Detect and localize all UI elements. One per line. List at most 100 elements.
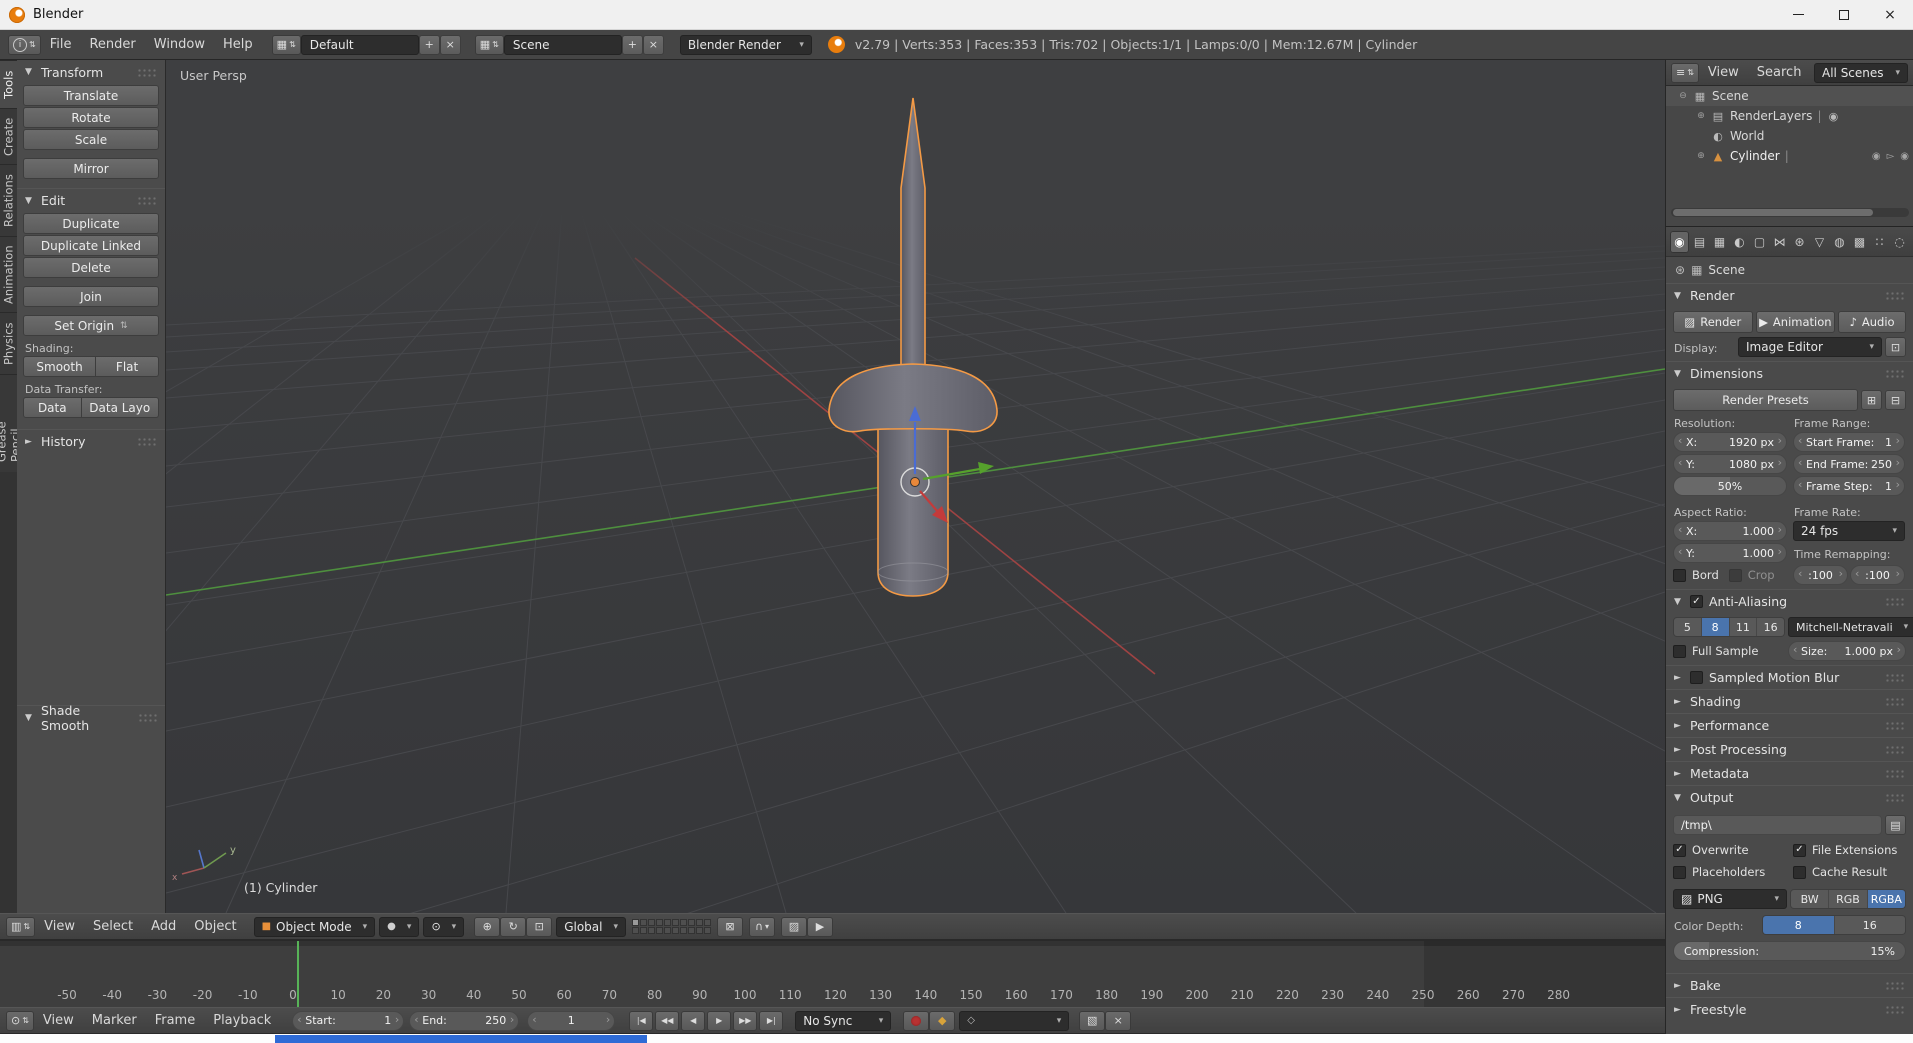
frame-step-field[interactable]: Frame Step:1 — [1793, 476, 1905, 496]
layer-cell[interactable] — [664, 927, 671, 934]
editor-type-button-outliner[interactable]: ≡ ⇅ — [1671, 62, 1699, 83]
properties-tab-scene[interactable]: ▦ — [1710, 231, 1729, 253]
panel-header-post-processing[interactable]: ► Post Processing — [1666, 737, 1913, 761]
scrollbar-thumb[interactable] — [1673, 209, 1873, 216]
duplicate-button[interactable]: Duplicate — [23, 213, 159, 234]
restrict-render-camera-icon[interactable]: ◉ — [1900, 151, 1909, 162]
tab-tools[interactable]: Tools — [0, 60, 17, 108]
layer-cell[interactable] — [656, 927, 663, 934]
av-sync-select[interactable]: No Sync — [795, 1010, 892, 1031]
shade-flat-button[interactable]: Flat — [96, 356, 159, 377]
checkbox[interactable] — [1728, 568, 1742, 582]
layer-cell[interactable] — [688, 927, 695, 934]
panel-grip[interactable] — [137, 67, 157, 77]
resolution-y-field[interactable]: Y:1080 px — [1673, 454, 1787, 474]
viewport-shading-select[interactable]: ● — [379, 916, 420, 937]
placeholders-checkbox[interactable]: Placeholders — [1673, 865, 1787, 879]
aa-samples-8[interactable]: 8 — [1701, 618, 1730, 636]
tab-create[interactable]: Create — [0, 108, 17, 164]
layer-cell[interactable] — [632, 919, 639, 926]
layer-cell[interactable] — [648, 919, 655, 926]
aa-samples-16[interactable]: 16 — [1757, 618, 1784, 636]
outliner-row-world[interactable]: ◐ World — [1666, 126, 1913, 146]
layer-cell[interactable] — [696, 919, 703, 926]
sampled-motion-blur-checkbox[interactable] — [1690, 671, 1703, 684]
panel-header-anti-aliasing[interactable]: ▼ Anti-Aliasing — [1666, 589, 1913, 613]
timeline-ruler[interactable]: -50 -40 -30 -20 -10 0 10 20 30 40 50 60 70 80 90 100 110… — [0, 940, 1665, 1007]
panel-grip[interactable] — [1885, 1005, 1905, 1014]
aa-samples-5[interactable]: 5 — [1674, 618, 1702, 636]
aspect-y-field[interactable]: Y:1.000 — [1673, 543, 1787, 563]
end-frame-field[interactable]: End:250 — [409, 1010, 520, 1031]
resolution-percentage-slider[interactable]: 50% — [1673, 476, 1787, 496]
opengl-render-button[interactable]: ▨ — [781, 916, 807, 937]
properties-tab-modifiers[interactable]: ⊛ — [1790, 231, 1809, 253]
manipulator-translate-toggle[interactable]: ⊕ — [474, 916, 501, 937]
panel-header-render[interactable]: ▼ Render — [1666, 283, 1913, 307]
play-reverse-button[interactable]: ◀ — [681, 1010, 706, 1031]
mirror-button[interactable]: Mirror — [23, 158, 159, 179]
properties-tab-render-layers[interactable]: ▤ — [1690, 231, 1709, 253]
anti-aliasing-checkbox[interactable] — [1690, 595, 1703, 608]
3d-viewport[interactable]: y x User Persp (1) Cylinder — [166, 60, 1665, 913]
channels-rgb[interactable]: RGB — [1829, 890, 1868, 908]
outliner-display-filter-select[interactable]: All Scenes — [1814, 62, 1908, 83]
data-button[interactable]: Data — [23, 397, 82, 418]
properties-tab-object[interactable]: ▢ — [1750, 231, 1769, 253]
checkbox[interactable] — [1673, 644, 1686, 658]
panel-header-output[interactable]: ▼ Output — [1666, 785, 1913, 809]
properties-tab-world[interactable]: ◐ — [1730, 231, 1749, 253]
color-depth-8[interactable]: 8 — [1763, 916, 1835, 934]
transform-orientation-select[interactable]: Global — [556, 916, 626, 937]
panel-header-sampled-motion-blur[interactable]: ► Sampled Motion Blur — [1666, 665, 1913, 689]
compression-slider[interactable]: Compression: 15% — [1673, 941, 1906, 961]
overwrite-checkbox[interactable]: Overwrite — [1673, 843, 1787, 857]
panel-grip[interactable] — [1885, 981, 1905, 990]
panel-header-bake[interactable]: ► Bake — [1666, 973, 1913, 997]
panel-grip[interactable] — [1885, 369, 1905, 378]
scale-button[interactable]: Scale — [23, 129, 159, 150]
outliner-row-scene[interactable]: ⊖ ▦ Scene — [1666, 86, 1913, 106]
panel-grip[interactable] — [1885, 721, 1905, 730]
play-button[interactable]: ▶ — [707, 1010, 732, 1031]
remap-new-field[interactable]: :100 — [1850, 565, 1905, 585]
display-mode-select[interactable]: Image Editor — [1738, 337, 1882, 357]
layer-cell[interactable] — [680, 927, 687, 934]
layer-cell[interactable] — [648, 927, 655, 934]
collapsed-icon[interactable]: ⊕ — [1696, 111, 1706, 121]
start-frame-field[interactable]: Start Frame:1 — [1793, 432, 1905, 452]
auto-keyframe-toggle[interactable] — [903, 1010, 930, 1031]
restrict-view-eye-icon[interactable]: ◉ — [1872, 151, 1881, 162]
preset-remove-button[interactable]: ⊟ — [1885, 390, 1906, 410]
maximize-button[interactable] — [1821, 0, 1867, 29]
expanded-icon[interactable]: ⊖ — [1678, 91, 1688, 101]
shade-smooth-button[interactable]: Smooth — [23, 356, 97, 377]
rotate-button[interactable]: Rotate — [23, 107, 159, 128]
properties-tab-particles[interactable]: ∷ — [1870, 231, 1889, 253]
full-sample-checkbox[interactable]: Full Sample — [1673, 644, 1785, 658]
menu-window[interactable]: Window — [145, 30, 214, 59]
layer-cell[interactable] — [632, 927, 639, 934]
aa-filter-select[interactable]: Mitchell-Netravali — [1788, 617, 1913, 637]
jump-next-keyframe-button[interactable]: ▶▶ — [733, 1010, 758, 1031]
duplicate-linked-button[interactable]: Duplicate Linked — [23, 235, 159, 256]
outliner-scrollbar[interactable] — [1671, 208, 1909, 217]
border-checkbox[interactable]: Bord — [1673, 568, 1719, 582]
menu-view[interactable]: View — [1699, 60, 1748, 87]
editor-type-button-info[interactable]: i ⇅ — [8, 34, 41, 55]
properties-tab-constraints[interactable]: ⋈ — [1770, 231, 1789, 253]
current-frame-indicator[interactable] — [297, 941, 299, 1007]
close-button[interactable]: × — [1867, 0, 1913, 29]
layer-cell[interactable] — [680, 919, 687, 926]
menu-view[interactable]: View — [34, 1006, 83, 1035]
layer-cell[interactable] — [672, 919, 679, 926]
menu-view[interactable]: View — [35, 912, 84, 941]
checkbox[interactable] — [1673, 568, 1686, 582]
panel-header-transform[interactable]: ▼ Transform — [17, 60, 165, 84]
panel-header-metadata[interactable]: ► Metadata — [1666, 761, 1913, 785]
outliner-row-renderlayers[interactable]: ⊕ ▤ RenderLayers | ◉ — [1666, 106, 1913, 126]
jump-to-end-button[interactable]: ▶| — [759, 1010, 784, 1031]
crop-checkbox[interactable]: Crop — [1728, 568, 1775, 582]
frame-rate-select[interactable]: 24 fps — [1793, 521, 1905, 541]
layout-add-button[interactable]: + — [418, 34, 440, 55]
